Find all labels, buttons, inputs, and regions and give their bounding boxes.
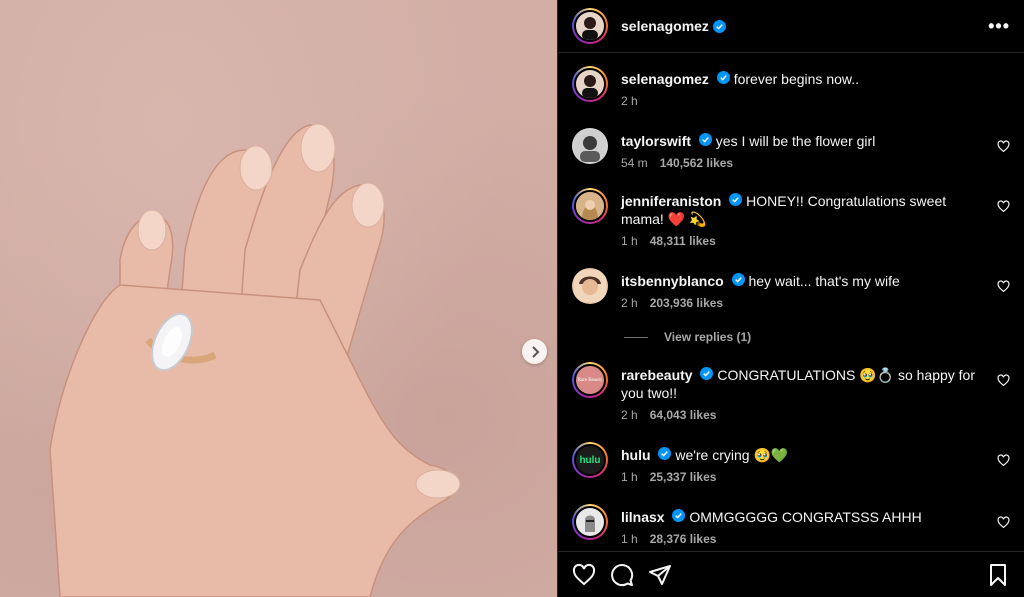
- comment-row: lilnasx OMMGGGGG CONGRATSSS AHHH 1 h 28,…: [572, 504, 1016, 546]
- comment-text: yes I will be the flower girl: [715, 133, 876, 149]
- verified-badge-icon: [712, 19, 726, 33]
- comment-avatar[interactable]: [572, 188, 608, 224]
- post-photo[interactable]: [0, 0, 557, 597]
- comment-username[interactable]: hulu: [621, 447, 651, 463]
- comment-time[interactable]: 1 h: [621, 470, 638, 484]
- hulu-logo: hulu: [579, 454, 601, 466]
- comment-row: itsbennyblanco hey wait... that's my wif…: [572, 268, 1016, 310]
- post-action-bar: [558, 551, 1024, 597]
- heart-icon[interactable]: [997, 454, 1010, 467]
- person-avatar-icon: [576, 192, 604, 220]
- person-avatar-icon: [574, 270, 606, 302]
- comment-row: hulu hulu we're crying 🥹💚 1 h 25,337 lik…: [572, 442, 1016, 484]
- author-username[interactable]: selenagomez: [621, 18, 709, 34]
- comment-avatar[interactable]: hulu: [572, 442, 608, 478]
- comment-username[interactable]: lilnasx: [621, 509, 665, 525]
- comment-username[interactable]: taylorswift: [621, 133, 691, 149]
- caption-avatar[interactable]: [572, 66, 608, 102]
- person-avatar-icon: [576, 70, 604, 98]
- heart-icon[interactable]: [997, 516, 1010, 529]
- replies-divider-line: [624, 336, 648, 338]
- verified-badge-icon: [672, 509, 686, 522]
- comment-time[interactable]: 2 h: [621, 408, 638, 422]
- comment-time[interactable]: 54 m: [621, 156, 648, 170]
- like-heart-icon[interactable]: [572, 563, 596, 587]
- verified-badge-icon: [731, 273, 745, 286]
- comment-text: OMMGGGGG CONGRATSSS AHHH: [689, 509, 922, 525]
- heart-icon[interactable]: [997, 374, 1010, 387]
- next-image-button[interactable]: [522, 339, 547, 364]
- ring-hand-image: [49, 123, 461, 597]
- verified-badge-icon: [658, 447, 672, 460]
- person-avatar-icon: [576, 12, 604, 40]
- share-icon[interactable]: [648, 563, 672, 587]
- comment-time[interactable]: 2 h: [621, 296, 638, 310]
- comment-username[interactable]: rarebeauty: [621, 367, 693, 383]
- comment-row: jenniferaniston HONEY!! Congratulations …: [572, 188, 1016, 248]
- verified-badge-icon: [716, 71, 730, 84]
- caption-time[interactable]: 2 h: [621, 94, 638, 108]
- comment-likes[interactable]: 203,936 likes: [650, 296, 723, 310]
- rarebeauty-logo: Rare Beauty: [577, 377, 603, 383]
- caption-username[interactable]: selenagomez: [621, 71, 709, 87]
- comment-avatar[interactable]: [572, 504, 608, 540]
- comment-avatar[interactable]: [572, 128, 608, 164]
- chevron-right-icon: [531, 345, 539, 358]
- verified-badge-icon: [729, 193, 743, 206]
- comments-panel: selenagomez ••• selenagomez forever begi…: [557, 0, 1024, 597]
- comment-likes[interactable]: 25,337 likes: [650, 470, 717, 484]
- view-replies-label: View replies (1): [664, 330, 752, 344]
- verified-badge-icon: [700, 367, 714, 380]
- comment-text: hey wait... that's my wife: [748, 273, 900, 289]
- comment-row: Rare Beauty rarebeauty CONGRATULATIONS 🥹…: [572, 362, 1016, 422]
- comment-likes[interactable]: 64,043 likes: [650, 408, 717, 422]
- comment-icon[interactable]: [610, 563, 634, 587]
- heart-icon[interactable]: [997, 280, 1010, 293]
- knight-avatar-icon: [576, 508, 604, 536]
- comment-time[interactable]: 1 h: [621, 532, 638, 546]
- comment-text: we're crying 🥹💚: [675, 447, 789, 463]
- view-replies-button[interactable]: View replies (1): [624, 330, 751, 344]
- verified-badge-icon: [698, 133, 712, 146]
- person-avatar-icon: [574, 130, 606, 162]
- heart-icon[interactable]: [997, 140, 1010, 153]
- comment-row: taylorswift yes I will be the flower gir…: [572, 128, 1016, 170]
- caption-text: forever begins now..: [733, 71, 860, 87]
- comment-likes[interactable]: 140,562 likes: [660, 156, 733, 170]
- author-avatar[interactable]: [572, 8, 608, 44]
- comment-username[interactable]: jenniferaniston: [621, 193, 721, 209]
- more-options-button[interactable]: •••: [988, 16, 1010, 37]
- caption-row: selenagomez forever begins now.. 2 h: [572, 66, 1016, 108]
- comments-list: selenagomez forever begins now.. 2 h tay…: [558, 54, 1024, 551]
- bookmark-icon[interactable]: [986, 563, 1010, 587]
- comment-likes[interactable]: 28,376 likes: [650, 532, 717, 546]
- comment-time[interactable]: 1 h: [621, 234, 638, 248]
- heart-icon[interactable]: [997, 200, 1010, 213]
- comment-avatar[interactable]: Rare Beauty: [572, 362, 608, 398]
- comment-likes[interactable]: 48,311 likes: [650, 234, 716, 248]
- post-header: selenagomez •••: [558, 0, 1024, 53]
- instagram-post-view: selenagomez ••• selenagomez forever begi…: [0, 0, 1024, 597]
- comment-avatar[interactable]: [572, 268, 608, 304]
- comment-username[interactable]: itsbennyblanco: [621, 273, 724, 289]
